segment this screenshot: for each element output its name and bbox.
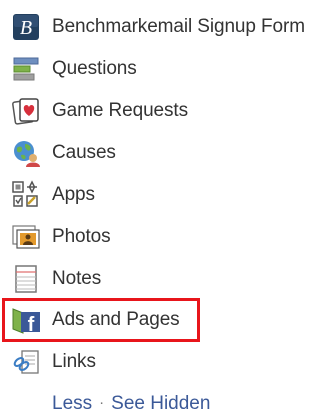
nav-item-questions[interactable]: Questions (0, 48, 330, 90)
nav-item-benchmarkemail-signup-form[interactable]: B Benchmarkemail Signup Form (0, 6, 330, 48)
nav-item-label: Ads and Pages (52, 309, 180, 330)
footer-separator: · (99, 394, 105, 411)
ads-pages-icon: f (11, 305, 41, 335)
nav-item-causes[interactable]: Causes (0, 132, 330, 174)
links-icon (11, 347, 41, 377)
photos-icon (11, 222, 41, 252)
svg-text:B: B (20, 17, 32, 39)
nav-item-links[interactable]: Links (0, 341, 330, 383)
game-requests-icon (11, 96, 41, 126)
nav-item-label: Game Requests (52, 100, 188, 121)
nav-item-label: Causes (52, 142, 116, 163)
nav-item-photos[interactable]: Photos (0, 216, 330, 258)
nav-item-label: Photos (52, 226, 111, 247)
nav-item-ads-and-pages[interactable]: f Ads and Pages (0, 299, 330, 341)
causes-icon (11, 138, 41, 168)
nav-item-label: Apps (52, 184, 95, 205)
left-nav-menu: B Benchmarkemail Signup Form Questions G… (0, 0, 330, 416)
nav-item-label: Benchmarkemail Signup Form (52, 16, 305, 37)
nav-item-notes[interactable]: Notes (0, 258, 330, 300)
benchmark-icon: B (11, 12, 41, 42)
nav-footer: Less · See Hidden (52, 393, 210, 415)
less-link[interactable]: Less (52, 393, 92, 414)
svg-text:f: f (28, 314, 35, 335)
see-hidden-link[interactable]: See Hidden (111, 393, 210, 414)
nav-item-apps[interactable]: Apps (0, 174, 330, 216)
questions-icon (11, 54, 41, 84)
nav-item-label: Links (52, 351, 96, 372)
nav-item-label: Notes (52, 268, 102, 289)
apps-icon (11, 180, 41, 210)
nav-item-game-requests[interactable]: Game Requests (0, 90, 330, 132)
notes-icon (11, 264, 41, 294)
nav-item-label: Questions (52, 58, 137, 79)
